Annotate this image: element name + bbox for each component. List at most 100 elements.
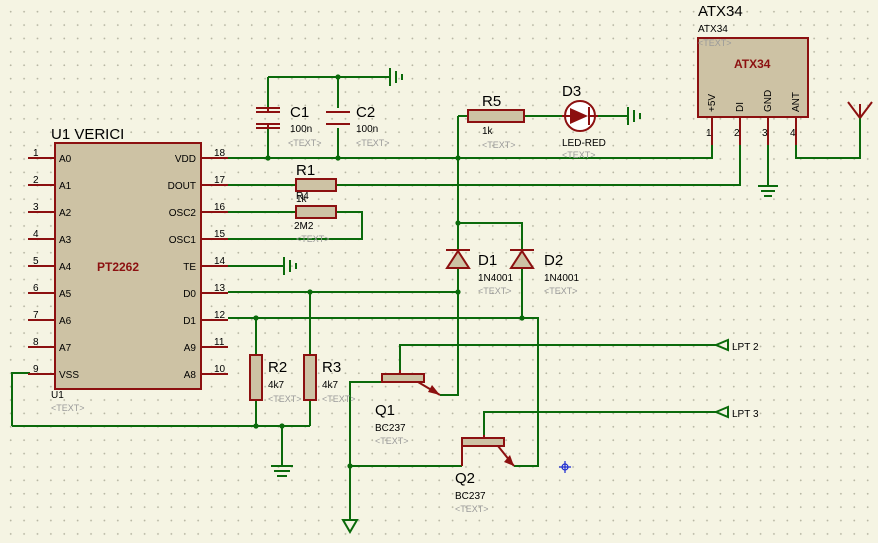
pin-number: 4 — [33, 229, 39, 240]
pin-number: 1 — [33, 148, 39, 159]
terminal-lpt3[interactable]: LPT 3 — [713, 405, 759, 420]
pin-number: 14 — [214, 256, 226, 267]
r5-ref: R5 — [482, 93, 501, 110]
d1-value: 1N4001 — [478, 273, 513, 284]
atx34-module[interactable]: ATX34 ATX34 <TEXT> ATX34 1 +5V 2 DI 3 GND 4 ANT — [697, 3, 809, 145]
pin-label: ANT — [791, 92, 802, 112]
r3-text: <TEXT> — [322, 394, 356, 404]
pin-label: OSC1 — [169, 235, 197, 246]
resistor-r5[interactable]: R5 1k <TEXT> — [467, 93, 525, 150]
c2-ref: C2 — [356, 104, 375, 121]
diode-d1[interactable]: D1 1N4001 <TEXT> — [445, 249, 513, 296]
c1-ref: C1 — [290, 104, 309, 121]
pin-number: 2 — [33, 175, 39, 186]
r2-text: <TEXT> — [268, 394, 302, 404]
atx-value: ATX34 — [698, 24, 728, 35]
pin-number: 1 — [706, 128, 712, 139]
pin-label: A5 — [59, 289, 72, 300]
pin-label: VSS — [59, 370, 79, 381]
atx-pin-di[interactable]: 2 DI — [734, 102, 746, 145]
led-d3[interactable]: D3 LED-RED <TEXT> — [562, 83, 606, 160]
pin-number: 12 — [214, 310, 226, 321]
pin-number: 11 — [214, 337, 225, 348]
r2-value: 4k7 — [268, 380, 285, 391]
pin-number: 2 — [734, 128, 740, 139]
d2-text: <TEXT> — [544, 286, 578, 296]
resistor-r2[interactable]: R2 4k7 <TEXT> — [249, 354, 302, 404]
pin-number: 7 — [33, 310, 39, 321]
pin-label: A9 — [184, 343, 197, 354]
u1-bottom-ref: U1 — [51, 390, 64, 401]
c1-value: 100n — [290, 124, 312, 135]
d2-ref: D2 — [544, 252, 563, 269]
pin-label: A2 — [59, 208, 72, 219]
pin-number: 13 — [214, 283, 226, 294]
r5-value: 1k — [482, 126, 494, 137]
atx-pin-plus5v[interactable]: 1 +5V — [706, 94, 718, 145]
u1-text: <TEXT> — [51, 403, 85, 413]
c2-value: 100n — [356, 124, 378, 135]
pin-number: 5 — [33, 256, 39, 267]
pin-number: 9 — [33, 364, 39, 375]
atx-part: ATX34 — [734, 57, 771, 71]
transistor-q1[interactable]: Q1 BC237 <TEXT> — [375, 370, 441, 446]
r2-ref: R2 — [268, 359, 287, 376]
pin-label: A6 — [59, 316, 72, 327]
d1-ref: D1 — [478, 252, 497, 269]
pin-label: D0 — [183, 289, 196, 300]
pin-label: A3 — [59, 235, 72, 246]
r4-value: 2M2 — [294, 221, 314, 232]
pin-label: A1 — [59, 181, 72, 192]
pin-label: A0 — [59, 154, 72, 165]
pin-label: A4 — [59, 262, 72, 273]
transistor-q2[interactable]: Q2 BC237 <TEXT> — [455, 435, 515, 514]
resistor-r3[interactable]: R3 4k7 <TEXT> — [303, 354, 356, 404]
r3-value: 4k7 — [322, 380, 339, 391]
q2-text: <TEXT> — [455, 504, 489, 514]
d1-text: <TEXT> — [478, 286, 512, 296]
diode-d2[interactable]: D2 1N4001 <TEXT> — [509, 249, 579, 296]
capacitor-c2[interactable]: C2 100n <TEXT> — [326, 104, 390, 148]
pin-label: TE — [183, 262, 196, 273]
d3-value: LED-RED — [562, 138, 606, 149]
atx-pin-ant[interactable]: 4 ANT — [790, 92, 802, 145]
u1-chip[interactable]: U1 VERICI PT2262 U1 <TEXT> 1 A0 2 A1 3 A2 4 A3 5… — [28, 126, 228, 413]
pin-label: OSC2 — [169, 208, 197, 219]
pin-label: VDD — [175, 154, 196, 165]
r1-ref: R1 — [296, 162, 315, 179]
q1-value: BC237 — [375, 423, 406, 434]
u1-part: PT2262 — [97, 260, 139, 274]
pin-number: 6 — [33, 283, 39, 294]
schematic-canvas[interactable]: U1 VERICI PT2262 U1 <TEXT> 1 A0 2 A1 3 A2 4 A3 5… — [0, 0, 878, 543]
pin-label: DI — [735, 102, 746, 112]
atx-ref: ATX34 — [698, 3, 743, 20]
pin-number: 8 — [33, 337, 39, 348]
antenna-icon — [847, 101, 873, 119]
pin-label: A7 — [59, 343, 72, 354]
pin-label: A8 — [184, 370, 197, 381]
pin-number: 16 — [214, 202, 226, 213]
terminal-lpt2[interactable]: LPT 2 — [713, 338, 759, 353]
capacitor-c1[interactable]: C1 100n <TEXT> — [256, 104, 322, 148]
pin-label: DOUT — [168, 181, 196, 192]
u1-ref: U1 VERICI — [51, 126, 124, 143]
q2-ref: Q2 — [455, 470, 475, 487]
d3-text: <TEXT> — [562, 150, 596, 160]
atx-text: <TEXT> — [698, 38, 732, 48]
pin-label: +5V — [707, 94, 718, 112]
pin-label: D1 — [183, 316, 196, 327]
c2-text: <TEXT> — [356, 138, 390, 148]
resistor-r4[interactable]: R4 2M2 <TEXT> — [294, 191, 337, 244]
q2-value: BC237 — [455, 491, 486, 502]
r4-text: <TEXT> — [296, 234, 330, 244]
pin-number: 4 — [790, 128, 796, 139]
pin-number: 3 — [762, 128, 768, 139]
r5-text: <TEXT> — [482, 140, 516, 150]
pin-number: 17 — [214, 175, 226, 186]
crosshair-cursor-icon — [559, 461, 571, 473]
lpt3-label: LPT 3 — [732, 409, 759, 420]
d2-value: 1N4001 — [544, 273, 579, 284]
pin-number: 18 — [214, 148, 226, 159]
c1-text: <TEXT> — [288, 138, 322, 148]
r3-ref: R3 — [322, 359, 341, 376]
